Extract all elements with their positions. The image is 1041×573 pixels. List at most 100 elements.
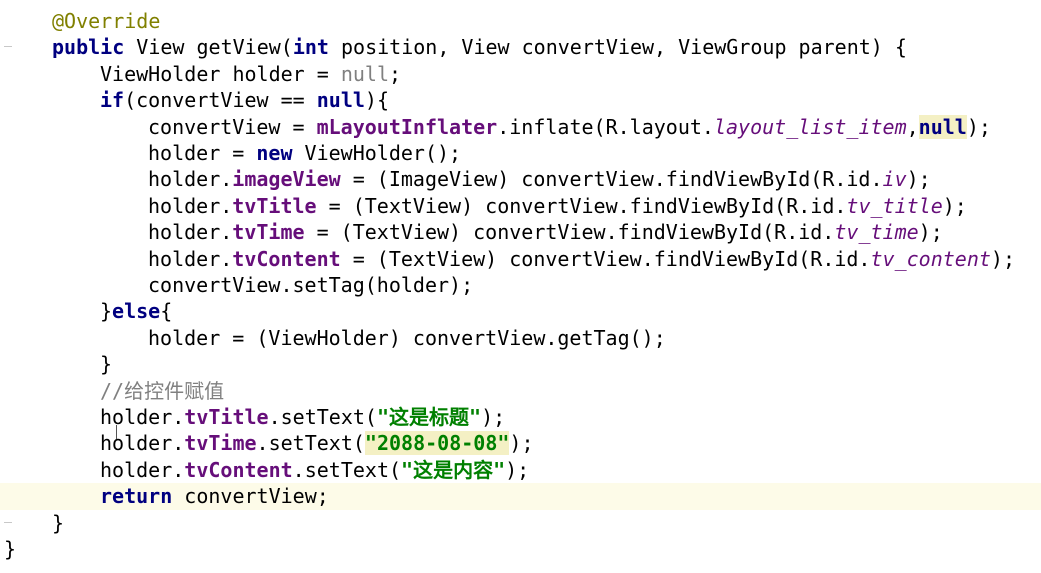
code-token: ViewHolder(); bbox=[292, 141, 462, 165]
code-token: ; bbox=[389, 61, 402, 86]
code-token: holder = (ViewHolder) convertView.getTag… bbox=[148, 325, 666, 350]
code-line[interactable]: //给控件赋值 bbox=[0, 378, 1041, 404]
fold-marker-icon[interactable] bbox=[4, 46, 12, 47]
code-line-text: public View getView(int position, View c… bbox=[52, 34, 907, 60]
code-token: = (TextView) convertView.findViewById(R.… bbox=[340, 246, 871, 271]
code-token: tvContent bbox=[184, 457, 293, 482]
code-token: ); bbox=[990, 246, 1015, 271]
code-token: "这是标题" bbox=[376, 405, 482, 429]
code-line-text: holder.tvTime = (TextView) convertView.f… bbox=[148, 219, 943, 245]
code-token: ); bbox=[906, 167, 931, 192]
code-token: = (TextView) convertView.findViewById(R.… bbox=[316, 193, 847, 218]
code-token: tvTitle bbox=[232, 193, 317, 218]
code-token: .setText( bbox=[268, 405, 377, 429]
code-line[interactable]: public View getView(int position, View c… bbox=[0, 34, 1041, 60]
code-token: tv_time bbox=[834, 220, 919, 245]
code-token: @Override bbox=[52, 9, 161, 33]
code-editor[interactable]: @Override public View getView(int positio… bbox=[0, 0, 1041, 573]
code-line-text: //给控件赋值 bbox=[100, 378, 224, 404]
code-line[interactable]: holder.tvTime = (TextView) convertView.f… bbox=[0, 219, 1041, 245]
code-line-text: ViewHolder holder = null; bbox=[100, 61, 401, 87]
code-token: holder. bbox=[148, 220, 233, 245]
code-line[interactable]: holder.imageView = (ImageView) convertVi… bbox=[0, 166, 1041, 192]
code-line[interactable]: holder.tvContent.setText("这是内容"); bbox=[0, 457, 1041, 483]
code-line-text: holder.tvTitle.setText("这是标题"); bbox=[100, 404, 505, 430]
text-caret bbox=[116, 425, 117, 439]
code-token: holder. bbox=[100, 405, 185, 429]
code-token: (convertView == bbox=[124, 88, 317, 113]
code-token: ){ bbox=[364, 88, 390, 113]
code-line[interactable]: } bbox=[0, 510, 1041, 536]
code-line[interactable]: @Override bbox=[0, 8, 1041, 34]
code-token: null bbox=[316, 88, 365, 113]
code-line-text: if(convertView == null){ bbox=[100, 87, 389, 113]
code-line[interactable]: ViewHolder holder = null; bbox=[0, 61, 1041, 87]
code-token: null bbox=[918, 114, 967, 139]
code-line[interactable]: holder = (ViewHolder) convertView.getTag… bbox=[0, 325, 1041, 351]
code-token: View getView( bbox=[124, 35, 293, 60]
code-token: public bbox=[52, 35, 125, 60]
code-line[interactable]: if(convertView == null){ bbox=[0, 87, 1041, 113]
code-token: tv_content bbox=[870, 246, 991, 271]
code-line-text: holder.tvContent.setText("这是内容"); bbox=[100, 457, 529, 483]
code-line[interactable]: holder.tvTitle.setText("这是标题"); bbox=[0, 404, 1041, 430]
code-line-text: holder = (ViewHolder) convertView.getTag… bbox=[148, 325, 666, 351]
code-token: holder. bbox=[100, 457, 185, 482]
code-token: { bbox=[160, 299, 173, 324]
code-line[interactable]: } bbox=[0, 351, 1041, 377]
code-line[interactable]: convertView.setTag(holder); bbox=[0, 272, 1041, 298]
code-line[interactable]: holder = new ViewHolder(); bbox=[0, 140, 1041, 166]
code-token: = (TextView) convertView.findViewById(R.… bbox=[304, 220, 835, 245]
code-token: holder = bbox=[148, 141, 257, 165]
code-line-text: }else{ bbox=[100, 298, 172, 324]
code-token: } bbox=[100, 299, 113, 324]
code-token: if bbox=[100, 88, 125, 113]
code-token: int bbox=[292, 35, 329, 60]
code-token: imageView bbox=[232, 167, 341, 192]
code-line-text: holder.imageView = (ImageView) convertVi… bbox=[148, 166, 931, 192]
code-token: tvTime bbox=[184, 431, 257, 456]
code-token: holder. bbox=[148, 167, 233, 192]
code-line[interactable]: convertView = mLayoutInflater.inflate(R.… bbox=[0, 114, 1041, 140]
code-token: holder. bbox=[148, 193, 233, 218]
code-token: = (ImageView) convertView.findViewById(R… bbox=[340, 167, 883, 192]
code-token: tvContent bbox=[232, 246, 341, 271]
code-line-text: } bbox=[52, 510, 64, 536]
code-line-text: convertView.setTag(holder); bbox=[148, 272, 473, 298]
code-token: tv_title bbox=[846, 193, 943, 218]
code-token: else bbox=[112, 299, 161, 324]
code-token: tvTitle bbox=[184, 405, 269, 429]
fold-marker-icon[interactable] bbox=[4, 522, 12, 523]
code-token: ); bbox=[942, 193, 967, 218]
code-token: ); bbox=[966, 114, 991, 139]
code-line-text: holder.tvTime.setText("2088-08-08"); bbox=[100, 430, 534, 456]
code-token: "2088-08-08" bbox=[364, 431, 510, 456]
code-token: holder. bbox=[100, 431, 185, 456]
code-token: convertView.setTag(holder); bbox=[148, 273, 474, 297]
code-token: null bbox=[340, 61, 389, 86]
code-line[interactable]: } bbox=[0, 536, 1041, 562]
code-token: holder. bbox=[148, 246, 233, 271]
code-line[interactable]: holder.tvTitle = (TextView) convertView.… bbox=[0, 193, 1041, 219]
code-line-text: @Override bbox=[52, 8, 160, 34]
code-token: "这是内容" bbox=[401, 457, 506, 482]
code-line[interactable]: return convertView; bbox=[0, 483, 1041, 510]
code-token: //给控件赋值 bbox=[100, 378, 225, 403]
code-token: } bbox=[100, 352, 113, 377]
code-line-text: holder.tvTitle = (TextView) convertView.… bbox=[148, 193, 967, 219]
code-token: , bbox=[906, 114, 919, 139]
code-token: ); bbox=[481, 405, 506, 429]
code-token: } bbox=[4, 537, 17, 561]
code-line-text: holder.tvContent = (TextView) convertVie… bbox=[148, 246, 1015, 272]
code-token: ); bbox=[918, 220, 943, 245]
code-line[interactable]: holder.tvContent = (TextView) convertVie… bbox=[0, 246, 1041, 272]
code-token: iv bbox=[882, 167, 907, 192]
code-line[interactable]: holder.tvTime.setText("2088-08-08"); bbox=[0, 430, 1041, 456]
code-token: convertView; bbox=[172, 484, 329, 509]
code-token: } bbox=[52, 510, 65, 535]
code-line-text: convertView = mLayoutInflater.inflate(R.… bbox=[148, 114, 991, 140]
code-token: convertView = bbox=[148, 114, 317, 139]
code-token: ViewHolder holder = bbox=[100, 61, 341, 86]
code-line-text: } bbox=[4, 536, 16, 562]
code-line[interactable]: }else{ bbox=[0, 298, 1041, 324]
